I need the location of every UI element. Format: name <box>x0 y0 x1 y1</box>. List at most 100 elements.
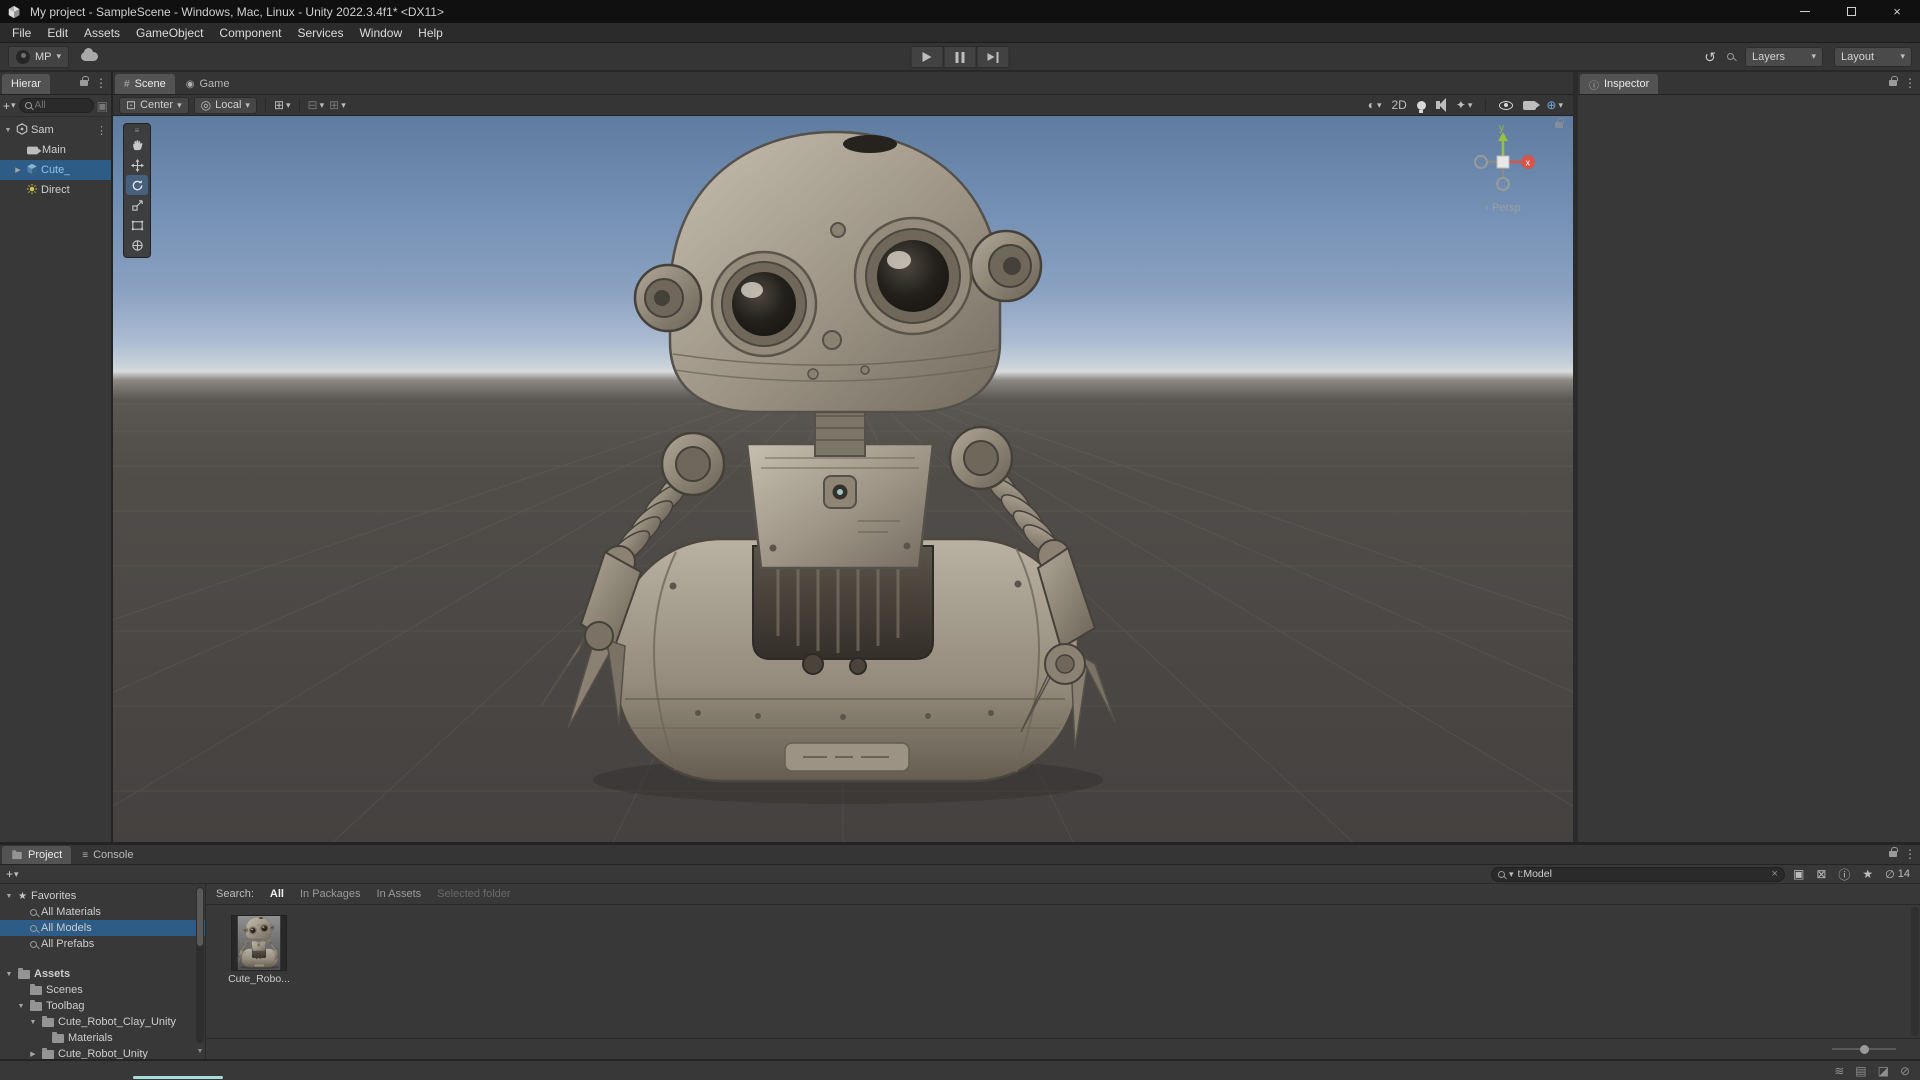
menu-assets[interactable]: Assets <box>76 23 128 42</box>
snap-increment-toggle[interactable]: ⊞ ▾ <box>329 99 346 111</box>
tab-hierarchy[interactable]: Hierar <box>2 74 50 94</box>
folder-scenes-row[interactable]: Scenes <box>0 982 205 998</box>
asset-item-cute-robot[interactable]: Cute_Robo... <box>228 915 290 985</box>
step-button[interactable] <box>976 46 1010 68</box>
menu-component[interactable]: Component <box>211 23 289 42</box>
lock-icon[interactable] <box>1889 847 1898 857</box>
more-icon[interactable]: ⋮ <box>95 77 107 89</box>
audio-toggle-icon[interactable] <box>1435 98 1446 112</box>
create-asset-button[interactable]: + ▾ <box>6 867 19 881</box>
layout-dropdown[interactable]: Layout ▾ <box>1834 46 1912 67</box>
menu-window[interactable]: Window <box>351 23 410 42</box>
2d-toggle[interactable]: 2D <box>1391 99 1406 111</box>
gizmos-dropdown[interactable]: ⊕ ▾ <box>1546 99 1563 111</box>
scene-orientation-gizmo[interactable]: y x <box>1465 123 1541 200</box>
effects-dropdown[interactable]: ✦ ▾ <box>1456 99 1473 111</box>
menu-services[interactable]: Services <box>289 23 351 42</box>
more-icon[interactable]: ⋮ <box>1904 848 1916 860</box>
menu-file[interactable]: File <box>4 23 39 42</box>
scope-selected-folder[interactable]: Selected folder <box>437 888 510 900</box>
undo-history-icon[interactable]: ↺ <box>1704 50 1716 64</box>
scrollbar-thumb[interactable] <box>197 888 203 946</box>
favorites-root-row[interactable]: ▼ ★ Favorites <box>0 888 205 904</box>
scene-camera-settings-icon[interactable] <box>1523 100 1541 110</box>
expand-closed-icon[interactable]: ▶ <box>13 166 23 174</box>
tool-space-dropdown[interactable]: ◎ Local ▾ <box>193 96 257 114</box>
expand-open-icon[interactable]: ▼ <box>3 127 13 134</box>
scale-tool-button[interactable] <box>126 195 148 215</box>
expand-open-icon[interactable]: ▼ <box>28 1019 38 1026</box>
scrollbar-down-arrow[interactable]: ▼ <box>196 1048 204 1055</box>
asset-grid[interactable]: Cute_Robo... <box>206 905 1920 1038</box>
status-icon-2[interactable]: ▤ <box>1855 1064 1866 1078</box>
play-button[interactable] <box>910 46 944 68</box>
scene-picker-icon[interactable]: ▣ <box>97 100 108 112</box>
minimize-button[interactable] <box>1782 0 1828 23</box>
viewport-lock-icon[interactable] <box>1555 118 1564 128</box>
add-gameobject-button[interactable]: + ▾ <box>3 99 16 113</box>
account-dropdown[interactable]: MP ▾ <box>8 45 70 68</box>
status-icon-3[interactable]: ◪ <box>1878 1064 1889 1078</box>
snap-settings-toggle[interactable]: ⊟ ▾ <box>308 99 325 111</box>
layers-dropdown[interactable]: Layers ▾ <box>1745 46 1823 67</box>
hierarchy-search-field[interactable] <box>34 100 88 111</box>
expand-open-icon[interactable]: ▼ <box>16 1003 26 1010</box>
maximize-button[interactable] <box>1828 0 1874 23</box>
gizmo-negy-ball[interactable] <box>1496 177 1510 191</box>
search-by-type-icon[interactable]: ⊠ <box>1816 867 1826 881</box>
hierarchy-row-light[interactable]: Direct <box>0 180 111 200</box>
favorite-all-prefabs-row[interactable]: All Prefabs <box>0 936 205 952</box>
pause-button[interactable] <box>943 46 977 68</box>
tab-game[interactable]: ◉ Game <box>177 74 239 94</box>
thumbnail-size-slider[interactable] <box>1832 1044 1896 1054</box>
search-icon[interactable] <box>1727 53 1734 60</box>
tab-project[interactable]: Project <box>2 846 72 864</box>
shading-mode-dropdown[interactable]: ◐ ▾ <box>1368 99 1382 111</box>
status-icon-4[interactable]: ⊘ <box>1900 1064 1910 1078</box>
scope-in-packages[interactable]: In Packages <box>300 888 361 900</box>
clear-search-icon[interactable]: × <box>1772 868 1778 880</box>
hierarchy-search-input[interactable] <box>18 98 94 113</box>
hand-tool-button[interactable] <box>126 135 148 155</box>
gizmo-negx-ball[interactable] <box>1474 155 1488 169</box>
more-icon[interactable]: ⋮ <box>1904 77 1916 89</box>
search-filter-dropdown-icon[interactable]: ▾ <box>1509 869 1514 880</box>
rect-tool-button[interactable] <box>126 215 148 235</box>
hidden-packages-counter[interactable]: ∅ 14 <box>1885 868 1910 881</box>
open-search-window-icon[interactable]: ▣ <box>1793 867 1804 881</box>
folder-tree-scrollbar[interactable] <box>196 887 204 1043</box>
hierarchy-row-robot-selected[interactable]: ▶ Cute_ <box>0 160 111 180</box>
lock-icon[interactable] <box>1889 76 1898 86</box>
rotate-tool-button[interactable] <box>126 175 148 195</box>
gizmo-center-cube[interactable] <box>1496 155 1510 169</box>
lock-icon[interactable] <box>80 76 89 86</box>
assets-root-row[interactable]: ▼ Assets <box>0 966 205 982</box>
favorite-all-materials-row[interactable]: All Materials <box>0 904 205 920</box>
slider-thumb[interactable] <box>1860 1044 1869 1054</box>
status-icon-1[interactable]: ≋ <box>1834 1064 1844 1078</box>
folder-cute-robot-clay-row[interactable]: ▼ Cute_Robot_Clay_Unity <box>0 1014 205 1030</box>
tab-scene[interactable]: # Scene <box>115 74 175 94</box>
transform-tool-button[interactable] <box>126 235 148 255</box>
expand-closed-icon[interactable]: ▶ <box>28 1050 38 1058</box>
tool-pivot-dropdown[interactable]: ⊡ Center ▾ <box>119 96 189 114</box>
scope-in-assets[interactable]: In Assets <box>377 888 422 900</box>
project-search-input[interactable]: ▾ × <box>1490 866 1785 882</box>
gizmo-perspective-label[interactable]: ‹ Persp <box>1465 202 1541 214</box>
menu-gameobject[interactable]: GameObject <box>128 23 211 42</box>
expand-open-icon[interactable]: ▼ <box>4 971 14 978</box>
scene-viewport[interactable]: ≡ y x ‹ Persp <box>113 116 1573 842</box>
grid-snap-toggle[interactable]: ⊞ ▾ <box>274 99 291 111</box>
tab-console[interactable]: ≡ Console <box>73 846 142 864</box>
search-by-label-icon[interactable]: ⓘ <box>1838 866 1850 883</box>
lighting-toggle-icon[interactable] <box>1416 100 1426 113</box>
expand-open-icon[interactable]: ▼ <box>4 893 14 900</box>
favorite-all-models-row[interactable]: All Models <box>0 920 205 936</box>
hierarchy-row-scene[interactable]: ▼ Sam ⋮ <box>0 120 111 140</box>
tab-inspector[interactable]: ⓘ Inspector <box>1580 74 1659 94</box>
menu-help[interactable]: Help <box>410 23 451 42</box>
move-tool-button[interactable] <box>126 155 148 175</box>
folder-materials-row[interactable]: Materials <box>0 1030 205 1046</box>
menu-edit[interactable]: Edit <box>39 23 76 42</box>
scene-visibility-toggle-icon[interactable] <box>1499 100 1514 110</box>
